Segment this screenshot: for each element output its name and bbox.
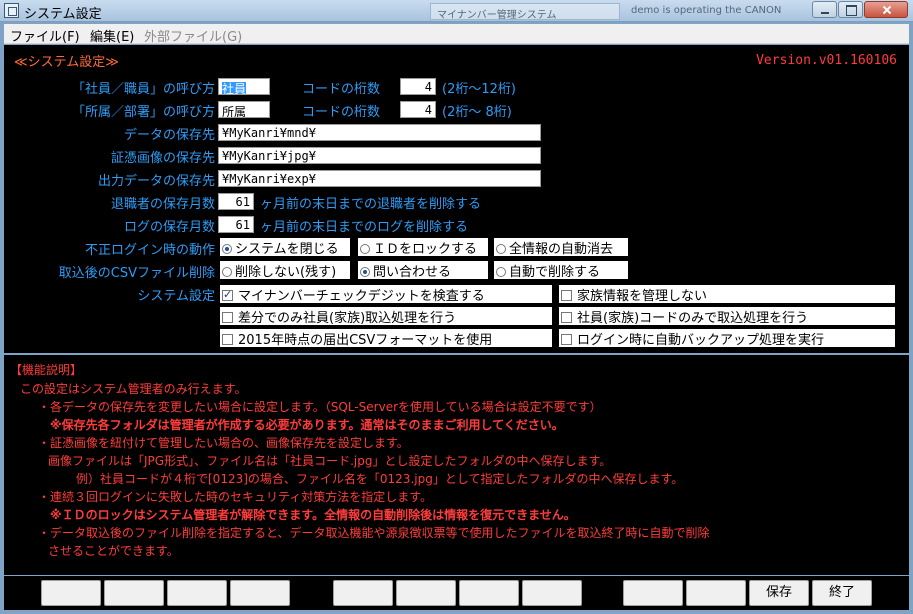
image-path-label: 証憑画像の保存先: [110, 151, 215, 166]
checkbox-checked-icon: [222, 288, 233, 301]
csv-delete-label: 取込後のCSVファイル削除: [58, 266, 215, 281]
settings-panel: ≪システム設定≫ Version.v01.160106 「社員／職員」の呼び方 …: [4, 45, 909, 353]
exit-button[interactable]: 終了: [812, 580, 872, 606]
description-heading: 【機能説明】: [10, 363, 83, 377]
function-key-8[interactable]: [522, 580, 582, 606]
function-key-5[interactable]: [333, 580, 393, 606]
radio-auto-delete-csv[interactable]: 自動で削除する: [494, 261, 628, 280]
system-settings-label: システム設定: [137, 289, 215, 304]
menu-external-file: 外部ファイル(G): [144, 30, 243, 45]
dept-name-label: 「所属／部署」の呼び方: [71, 105, 215, 120]
app-icon: [4, 3, 19, 18]
radio-ask-csv[interactable]: 問い合わせる: [358, 261, 488, 280]
check-2015-csv-format[interactable]: 2015年時点の届出CSVフォーマットを使用: [220, 329, 552, 348]
version-label: Version.v01.160106: [756, 53, 897, 68]
image-path-field[interactable]: ¥MyKanri¥jpg¥: [218, 147, 541, 164]
checkbox-icon: [561, 312, 572, 323]
employee-code-label: コードの桁数: [302, 82, 381, 97]
description-line: 例）社員コードが４桁で[0123]の場合、ファイル名を「0123.jpg」として…: [76, 472, 684, 486]
data-path-label: データの保存先: [123, 128, 215, 143]
retire-months-label: 退職者の保存月数: [110, 197, 215, 212]
function-key-2[interactable]: [104, 580, 164, 606]
description-line: ※保存先各フォルダは管理者が作成する必要があります。通常はそのままご利用してくだ…: [50, 418, 564, 432]
checkbox-icon: [222, 312, 233, 323]
section-title: ≪システム設定≫: [14, 55, 119, 70]
checkbox-icon: [222, 334, 233, 345]
checkbox-icon: [561, 334, 572, 345]
employee-code-digits-field[interactable]: 4: [400, 78, 436, 95]
background-window-text: demo is operating the CANON: [631, 5, 782, 16]
invalid-login-label: 不正ログイン時の動作: [84, 243, 215, 258]
check-no-family-info[interactable]: 家族情報を管理しない: [559, 285, 895, 304]
radio-icon: [222, 267, 232, 277]
radio-keep-csv[interactable]: 削除しない(残す): [220, 261, 350, 280]
retire-months-field[interactable]: 61: [218, 193, 254, 210]
check-code-only-import[interactable]: 社員(家族)コードのみで取込処理を行う: [559, 307, 895, 326]
menu-file[interactable]: ファイル(F): [10, 26, 80, 45]
maximize-icon[interactable]: [838, 1, 863, 18]
description-line: この設定はシステム管理者のみ行えます。: [20, 382, 247, 396]
employee-name-label: 「社員／職員」の呼び方: [71, 82, 215, 97]
data-path-field[interactable]: ¥MyKanri¥mnd¥: [218, 124, 541, 141]
dept-code-digits-field[interactable]: 4: [400, 101, 436, 118]
function-key-3[interactable]: [167, 580, 227, 606]
description-line: ※ＩＤのロックはシステム管理者が解除できます。全情報の自動削除後は情報を復元でき…: [50, 508, 576, 522]
function-key-bar: 保存 終了: [4, 576, 909, 610]
retire-months-suffix: ヶ月前の末日までの退職者を削除する: [260, 197, 482, 212]
description-line: ・データ取込後のファイル削除を指定すると、データ取込機能や源泉徴収票等で使用した…: [38, 526, 710, 540]
menu-edit[interactable]: 編集(E): [90, 26, 134, 45]
menu-bar: ファイル(F) 編集(E) 外部ファイル(G): [4, 24, 909, 45]
close-icon[interactable]: [864, 1, 908, 18]
radio-selected-icon: [222, 244, 232, 254]
radio-icon: [360, 244, 370, 254]
radio-icon: [496, 244, 506, 254]
radio-lock-id[interactable]: ＩＤをロックする: [358, 238, 488, 257]
checkbox-icon: [561, 290, 572, 301]
description-panel: 【機能説明】 この設定はシステム管理者のみ行えます。 ・各データの保存先を変更し…: [4, 355, 909, 575]
function-key-4[interactable]: [230, 580, 290, 606]
save-button[interactable]: 保存: [749, 580, 809, 606]
dept-code-range: (2桁〜 8桁): [442, 105, 512, 120]
log-months-suffix: ヶ月前の末日までのログを削除する: [260, 220, 469, 235]
background-window-tab[interactable]: マイナンバー管理システム: [430, 3, 620, 21]
description-line: ・各データの保存先を変更したい場合に設定します。（SQL-Serverを使用して…: [38, 400, 602, 414]
check-diff-import[interactable]: 差分でのみ社員(家族)取込処理を行う: [220, 307, 552, 326]
log-months-field[interactable]: 61: [218, 216, 254, 233]
radio-auto-erase[interactable]: 全情報の自動消去: [494, 238, 628, 257]
function-key-9[interactable]: [623, 580, 683, 606]
check-auto-backup[interactable]: ログイン時に自動バックアップ処理を実行: [559, 329, 895, 348]
description-line: ・証憑画像を紐付けて管理したい場合の、画像保存先を設定します。: [38, 436, 409, 450]
employee-name-field[interactable]: 社員: [218, 78, 270, 95]
radio-icon: [496, 267, 506, 277]
employee-code-range: (2桁〜12桁): [442, 82, 516, 97]
window-title: システム設定: [24, 7, 102, 22]
function-key-1[interactable]: [41, 580, 101, 606]
export-path-field[interactable]: ¥MyKanri¥exp¥: [218, 170, 541, 187]
radio-close-system[interactable]: システムを閉じる: [220, 238, 350, 257]
title-bar: システム設定 マイナンバー管理システム demo is operating th…: [0, 0, 913, 22]
radio-selected-icon: [360, 267, 370, 277]
function-key-10[interactable]: [686, 580, 746, 606]
description-line: 画像ファイルは「JPG形式」、ファイル名は「社員コード.jpg」とし設定したフォ…: [48, 454, 612, 468]
dept-name-field[interactable]: 所属: [218, 101, 270, 118]
log-months-label: ログの保存月数: [123, 220, 215, 235]
check-mynumber-digit[interactable]: マイナンバーチェックデジットを検査する: [220, 285, 552, 304]
export-path-label: 出力データの保存先: [97, 174, 215, 189]
minimize-icon[interactable]: [812, 1, 837, 18]
description-line: ・連続３回ログインに失敗した時のセキュリティ対策方法を指定します。: [38, 490, 433, 504]
function-key-6[interactable]: [396, 580, 456, 606]
function-key-7[interactable]: [459, 580, 519, 606]
description-line: させることができます。: [48, 544, 179, 558]
dept-code-label: コードの桁数: [302, 105, 381, 120]
